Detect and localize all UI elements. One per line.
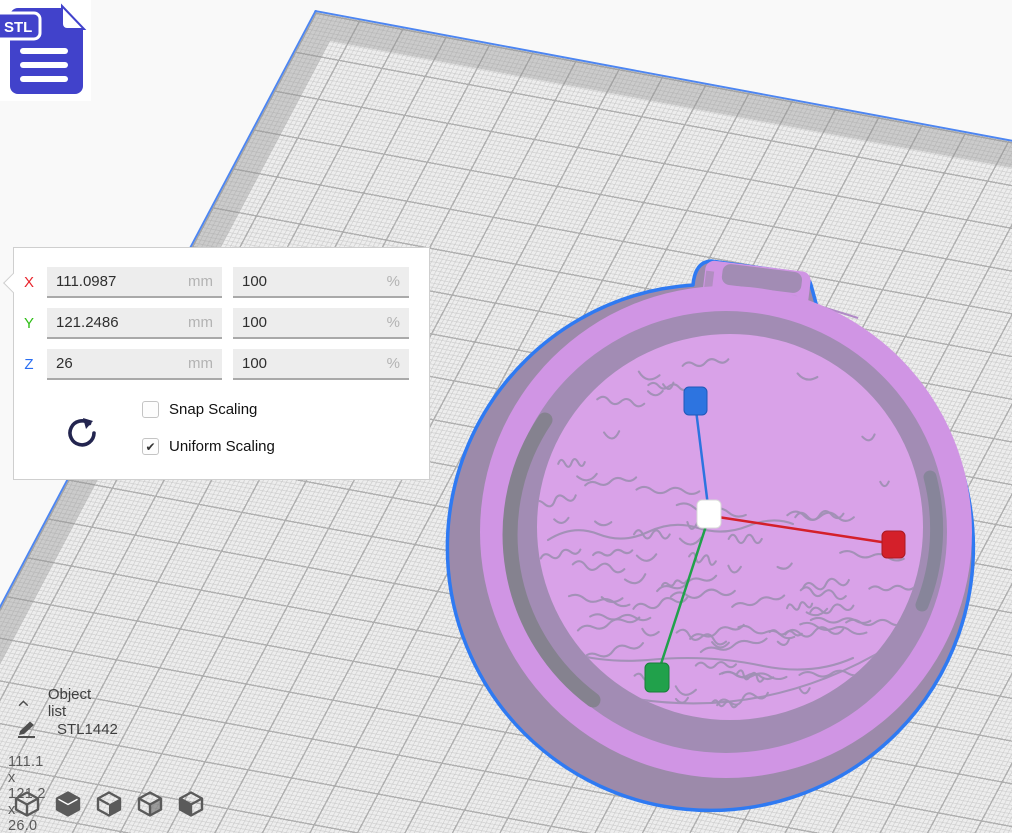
view-top-icon[interactable] (96, 791, 122, 817)
y-size-unit: mm (188, 314, 213, 331)
x-size-unit: mm (188, 273, 213, 290)
center-scale-handle[interactable] (697, 500, 721, 528)
y-axis-label: Y (14, 315, 44, 332)
reset-scale-button[interactable] (62, 414, 102, 454)
x-percent-input[interactable]: 100 % (233, 267, 409, 298)
document-fold (62, 6, 84, 29)
x-scale-handle[interactable] (882, 531, 905, 558)
view-right-icon[interactable] (178, 791, 204, 817)
x-size-input[interactable]: 111.0987 mm (47, 267, 222, 298)
snap-scaling-label: Snap Scaling (169, 401, 257, 418)
object-list-item[interactable]: STL1442 (16, 720, 118, 738)
y-scale-handle[interactable] (645, 663, 669, 692)
stl-badge-text: STL (4, 19, 32, 36)
x-percent-unit: % (387, 273, 400, 290)
z-percent-unit: % (387, 355, 400, 372)
z-axis-label: Z (14, 356, 44, 373)
view-3d-icon[interactable] (14, 791, 40, 817)
scale-tool-panel: X 111.0987 mm 100 % Y 121.2486 mm 100 % … (13, 247, 430, 480)
snap-scaling-checkbox[interactable] (142, 401, 159, 418)
pencil-icon (16, 720, 38, 738)
reset-arrow-icon (64, 416, 100, 450)
z-size-input[interactable]: 26 mm (47, 349, 222, 380)
y-percent-input[interactable]: 100 % (233, 308, 409, 339)
object-list-header[interactable]: Object list (18, 686, 95, 720)
z-size-unit: mm (188, 355, 213, 372)
object-name: STL1442 (57, 721, 118, 738)
uniform-scaling-checkbox[interactable]: ✔ (142, 438, 159, 455)
view-front-icon[interactable] (55, 791, 81, 817)
z-scale-handle[interactable] (684, 387, 707, 415)
view-left-icon[interactable] (137, 791, 163, 817)
y-percent-unit: % (387, 314, 400, 331)
chevron-up-icon (18, 699, 29, 708)
stl-file-badge: STL (0, 0, 91, 101)
y-size-input[interactable]: 121.2486 mm (47, 308, 222, 339)
mold-floor (537, 334, 923, 720)
viewport-3d: STL X 111.0987 mm 100 % Y 121.2486 mm 10… (0, 0, 1012, 833)
x-axis-label: X (14, 274, 44, 291)
uniform-scaling-label: Uniform Scaling (169, 438, 275, 455)
view-toolbar (14, 791, 204, 817)
object-list-title: Object list (48, 686, 96, 720)
z-percent-input[interactable]: 100 % (233, 349, 409, 380)
